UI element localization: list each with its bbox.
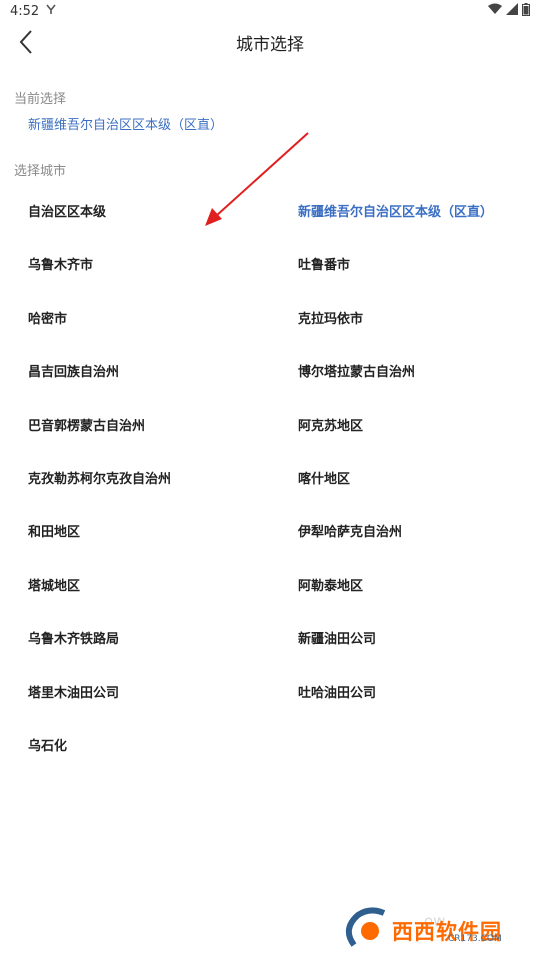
signal-icon — [506, 3, 518, 19]
battery-icon — [522, 2, 530, 20]
city-item[interactable]: 新疆油田公司 — [270, 613, 540, 666]
city-item[interactable]: 博尔塔拉蒙古自治州 — [270, 346, 540, 399]
city-item[interactable]: 克孜勒苏柯尔克孜自治州 — [0, 453, 270, 506]
city-item[interactable]: 喀什地区 — [270, 453, 540, 506]
city-item[interactable]: 新疆维吾尔自治区区本级（区直） — [270, 186, 540, 239]
city-item[interactable]: 和田地区 — [0, 506, 270, 559]
watermark-swirl-icon — [345, 907, 386, 947]
city-item[interactable]: 阿勒泰地区 — [270, 560, 540, 613]
notification-icon — [45, 3, 57, 19]
city-item[interactable]: 塔城地区 — [0, 560, 270, 613]
select-city-label: 选择城市 — [14, 164, 67, 179]
status-icons — [488, 2, 530, 20]
city-item[interactable]: 乌石化 — [0, 720, 270, 773]
city-item[interactable]: 克拉玛依市 — [270, 293, 540, 346]
current-selection-label: 当前选择 — [14, 92, 67, 107]
city-item[interactable]: 阿克苏地区 — [270, 400, 540, 453]
city-grid: 自治区区本级 新疆维吾尔自治区区本级（区直） 乌鲁木齐市 吐鲁番市 哈密市 克拉玛依市 昌吉… — [0, 186, 540, 773]
page-title: 城市选择 — [236, 35, 304, 55]
status-bar: 4:52 — [0, 0, 540, 22]
city-item[interactable]: 巴音郭楞蒙古自治州 — [0, 400, 270, 453]
city-item[interactable]: 乌鲁木齐铁路局 — [0, 613, 270, 666]
watermark-url: CR173.COM — [448, 934, 502, 944]
city-item[interactable]: 伊犁哈萨克自治州 — [270, 506, 540, 559]
city-item[interactable]: 吐哈油田公司 — [270, 667, 540, 720]
current-selection-value[interactable]: 新疆维吾尔自治区区本级（区直） — [28, 114, 223, 133]
wifi-icon — [488, 3, 502, 19]
city-item[interactable]: 乌鲁木齐市 — [0, 239, 270, 292]
city-item[interactable]: 哈密市 — [0, 293, 270, 346]
city-item[interactable]: 昌吉回族自治州 — [0, 346, 270, 399]
status-time: 4:52 — [10, 3, 40, 19]
city-item[interactable]: 塔里木油田公司 — [0, 667, 270, 720]
header: 城市选择 — [0, 22, 540, 62]
city-item[interactable]: 自治区区本级 — [0, 186, 270, 239]
city-item[interactable]: 吐鲁番市 — [270, 239, 540, 292]
